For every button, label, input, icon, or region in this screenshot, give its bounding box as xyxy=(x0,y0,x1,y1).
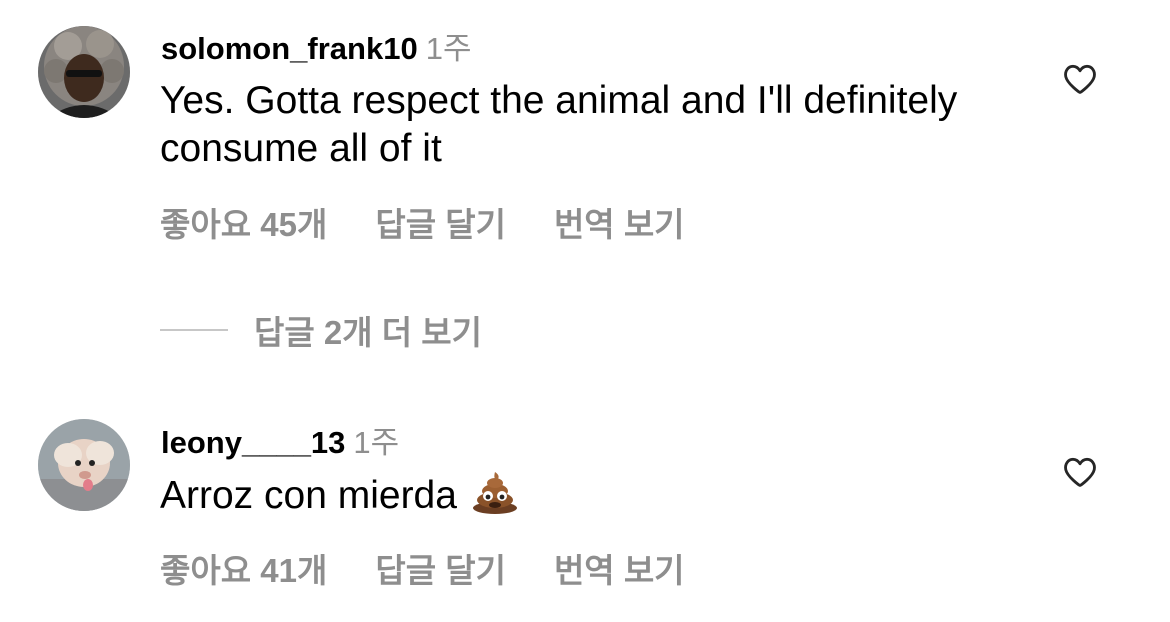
view-replies-label: 답글 2개 더 보기 xyxy=(254,314,483,351)
view-replies-button[interactable]: 답글 2개 더 보기 xyxy=(160,306,482,354)
timestamp: 1주 xyxy=(425,31,472,66)
comment-text: Yes. Gotta respect the animal and I'll d… xyxy=(160,79,958,170)
heart-outline-icon[interactable] xyxy=(1061,453,1099,491)
translate-button[interactable]: 번역 보기 xyxy=(554,552,685,589)
timestamp: 1주 xyxy=(353,425,400,460)
avatar-image xyxy=(38,419,130,511)
avatar[interactable] xyxy=(38,419,130,511)
comment-text: Arroz con mierda xyxy=(160,474,457,517)
reply-button[interactable]: 답글 달기 xyxy=(375,552,506,589)
username[interactable]: solomon_frank10 xyxy=(161,31,418,66)
replies-divider xyxy=(160,329,228,331)
likes-count[interactable]: 좋아요 45개 xyxy=(160,206,327,243)
reply-button[interactable]: 답글 달기 xyxy=(375,206,506,243)
likes-count[interactable]: 좋아요 41개 xyxy=(160,552,327,589)
translate-button[interactable]: 번역 보기 xyxy=(554,206,685,243)
heart-outline-icon[interactable] xyxy=(1061,60,1099,98)
avatar-image xyxy=(38,26,130,118)
username[interactable]: leony____13 xyxy=(161,425,345,460)
avatar[interactable] xyxy=(38,26,130,118)
pile-of-poo-emoji xyxy=(471,470,519,526)
